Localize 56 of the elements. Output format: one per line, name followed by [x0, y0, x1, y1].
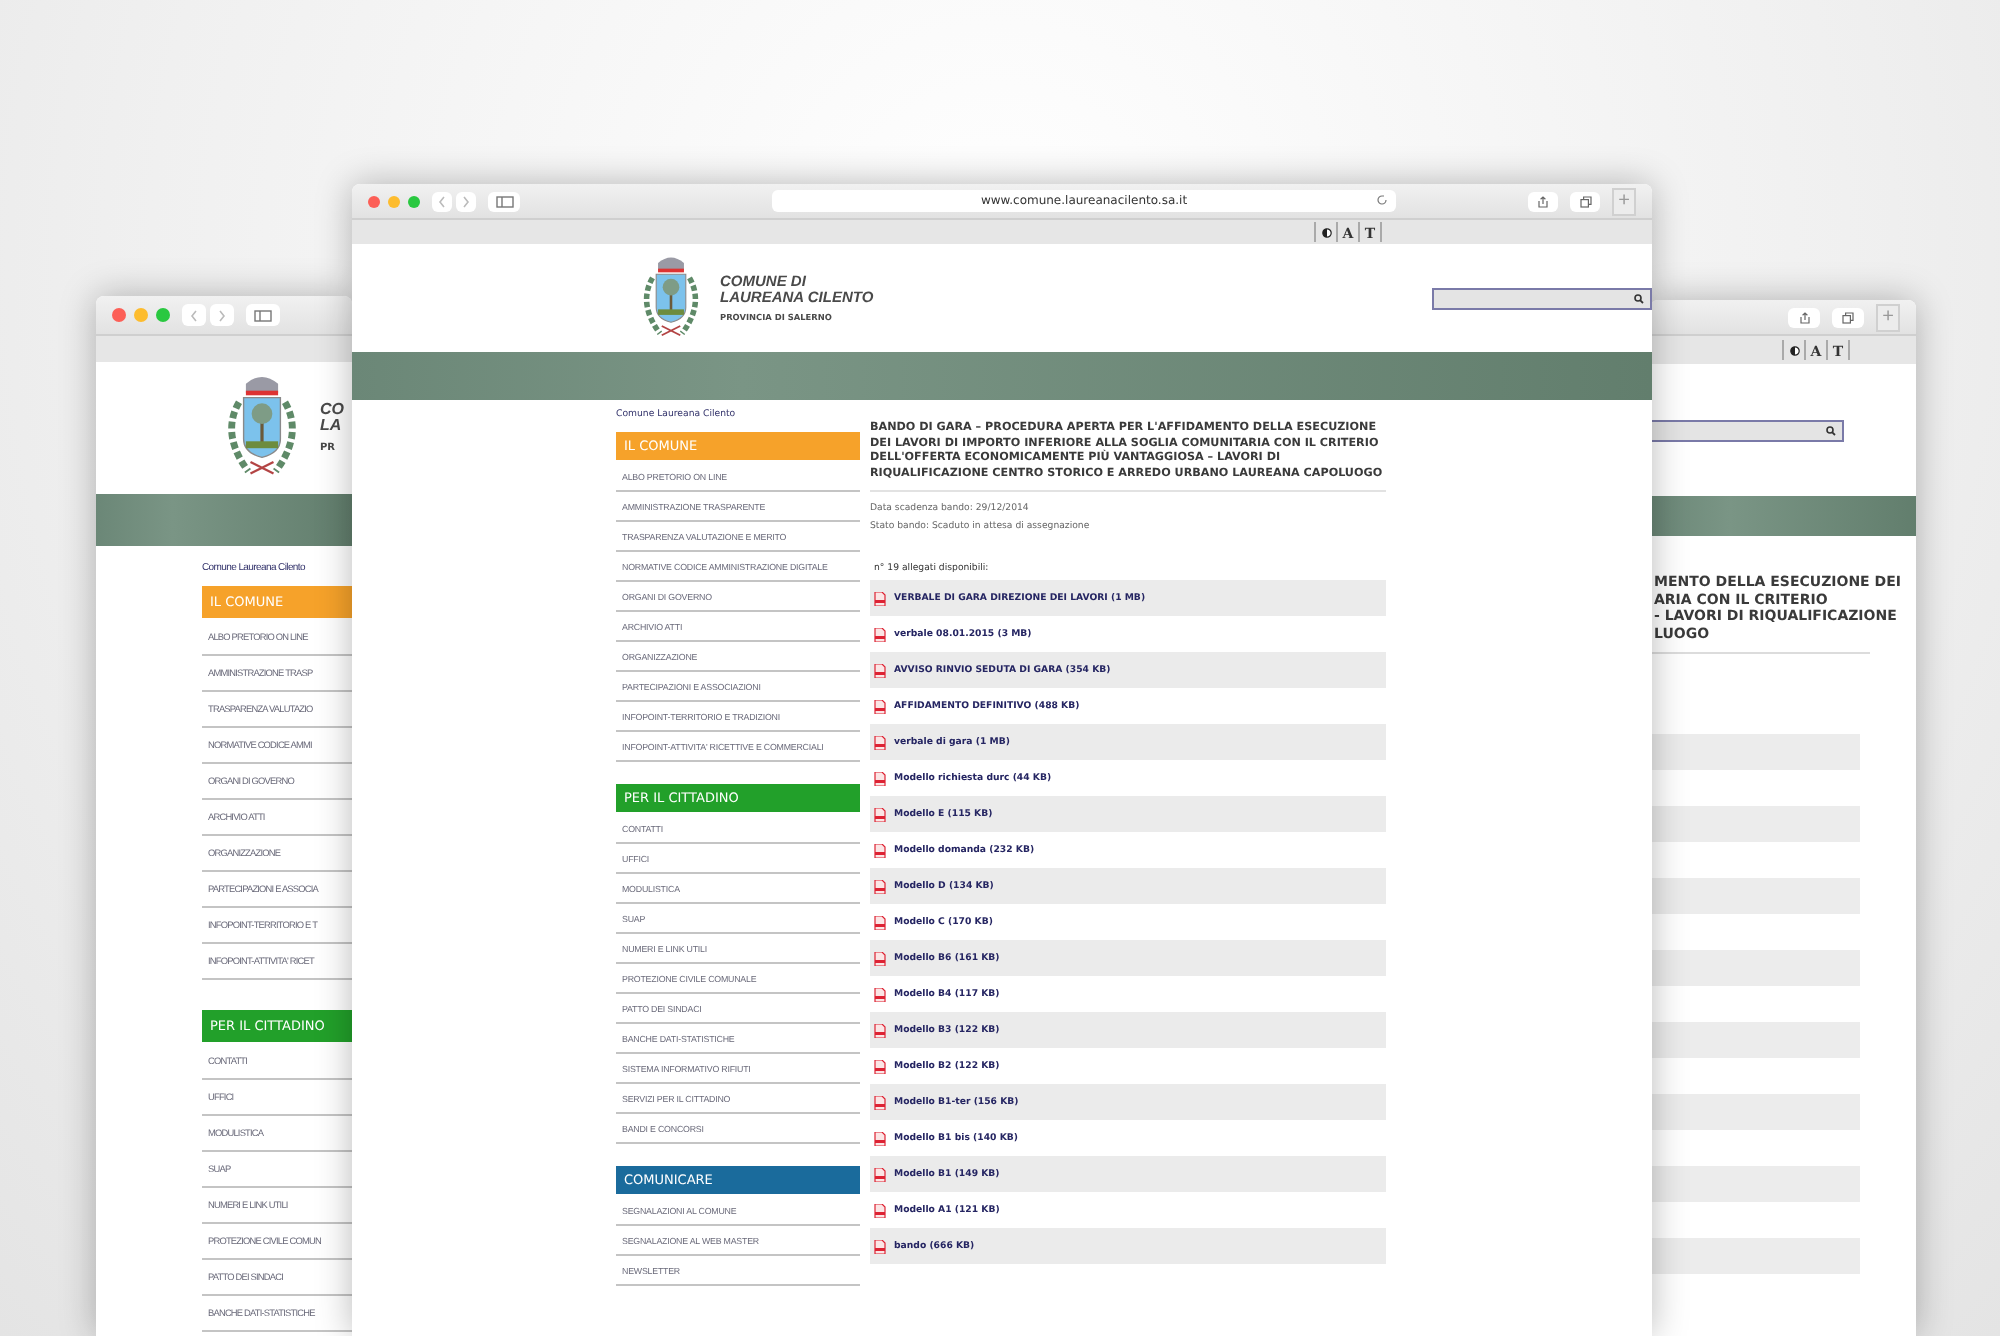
- share-button[interactable]: [1528, 191, 1558, 211]
- contrast-icon: [1321, 227, 1331, 237]
- share-icon: [1799, 311, 1809, 323]
- minimize-button[interactable]: [388, 195, 400, 207]
- pdf-file-icon: [874, 879, 886, 894]
- pdf-file-icon: [874, 1239, 886, 1254]
- site-name: CO: [320, 402, 344, 418]
- back-button[interactable]: [182, 304, 206, 326]
- minimize-button[interactable]: [134, 308, 148, 322]
- tabs-button[interactable]: [1570, 191, 1600, 211]
- pdf-file-icon: [874, 627, 886, 642]
- pdf-file-icon: [874, 1167, 886, 1182]
- pdf-file-icon: [874, 987, 886, 1002]
- pdf-file-icon: [874, 951, 886, 966]
- pdf-file-icon: [874, 1203, 886, 1218]
- pdf-file-icon: [874, 1059, 886, 1074]
- contrast-icon: [1789, 345, 1799, 355]
- close-button[interactable]: [112, 308, 126, 322]
- share-button[interactable]: [1788, 307, 1820, 327]
- zoom-button[interactable]: [408, 195, 420, 207]
- contrast-button[interactable]: [1314, 222, 1336, 242]
- contrast-button[interactable]: [1782, 340, 1804, 360]
- forward-button[interactable]: [456, 191, 476, 211]
- pdf-file-icon: [874, 1023, 886, 1038]
- search-icon: [1826, 425, 1836, 435]
- tabs-icon: [1579, 195, 1591, 207]
- pdf-file-icon: [874, 699, 886, 714]
- zoom-button[interactable]: [156, 308, 170, 322]
- pdf-file-icon: [874, 663, 886, 678]
- chevron-icon: [438, 195, 446, 207]
- search-icon: [1634, 293, 1644, 303]
- tabs-button[interactable]: [1832, 307, 1864, 327]
- pdf-file-icon: [874, 1131, 886, 1146]
- search-field[interactable]: [1650, 419, 1844, 441]
- chevron-icon: [190, 309, 198, 321]
- tabs-icon: [1842, 311, 1854, 323]
- forward-button[interactable]: [210, 304, 234, 326]
- search-field[interactable]: [1432, 287, 1652, 309]
- back-button[interactable]: [432, 191, 452, 211]
- pdf-file-icon: [874, 843, 886, 858]
- pdf-file-icon: [874, 591, 886, 606]
- sidebar-button[interactable]: [488, 191, 520, 211]
- site-name: LA: [320, 418, 344, 434]
- chevron-icon: [218, 309, 226, 321]
- sidebar-button[interactable]: [246, 304, 280, 326]
- sidebar-icon: [495, 195, 513, 207]
- reload-icon: [1376, 194, 1388, 206]
- pdf-file-icon: [874, 807, 886, 822]
- sidebar-icon: [254, 309, 272, 321]
- chevron-icon: [462, 195, 470, 207]
- pdf-file-icon: [874, 915, 886, 930]
- pdf-file-icon: [874, 771, 886, 786]
- close-button[interactable]: [368, 195, 380, 207]
- pdf-file-icon: [874, 1095, 886, 1110]
- pdf-file-icon: [874, 735, 886, 750]
- share-icon: [1538, 195, 1548, 207]
